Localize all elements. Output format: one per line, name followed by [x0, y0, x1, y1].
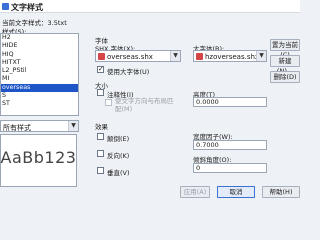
list-item[interactable]: H2	[1, 34, 78, 42]
effects-section-label: 效果	[95, 123, 108, 131]
bigfont-select[interactable]: hzoverseas.shx ▼	[193, 50, 267, 62]
shx-font-value: overseas.shx	[107, 53, 153, 61]
backwards-label: 反向(K)	[107, 152, 130, 160]
set-current-button[interactable]: 置为当前(C)	[270, 39, 300, 59]
style-filter-value: 所有样式	[3, 124, 31, 132]
use-bigfont-checkbox[interactable]	[97, 65, 104, 73]
cancel-button[interactable]: 取消	[217, 186, 255, 198]
apply-button[interactable]: 应用(A)	[180, 186, 210, 198]
window-title: 文字样式	[11, 3, 43, 12]
width-factor-input[interactable]: 0.7000	[193, 140, 267, 150]
list-item[interactable]: ST	[1, 100, 78, 108]
title-bar	[0, 0, 300, 13]
chevron-down-icon: ▼	[256, 51, 266, 61]
use-bigfont-label: 使用大字体(U)	[107, 68, 150, 76]
list-item[interactable]: L2_PStil	[1, 67, 78, 75]
vertical-label: 垂直(V)	[107, 169, 130, 177]
upside-down-checkbox[interactable]	[97, 133, 104, 140]
style-filter-select[interactable]: 所有样式 ▼	[0, 120, 79, 132]
bigfont-icon	[196, 53, 203, 60]
oblique-input[interactable]: 0	[193, 163, 267, 173]
chevron-down-icon: ▼	[68, 121, 78, 131]
height-input[interactable]: 0.0000	[193, 97, 267, 107]
shx-font-select[interactable]: overseas.shx ▼	[95, 50, 181, 62]
vertical-checkbox[interactable]	[97, 167, 104, 174]
list-item[interactable]: HIQ	[1, 51, 78, 59]
preview-text: AaBb123	[0, 148, 77, 167]
bigfont-value: hzoverseas.shx	[205, 53, 260, 61]
match-orientation-label: 使文字方向与布局匹配(M)	[115, 97, 174, 113]
delete-style-button[interactable]: 删除(D)	[270, 71, 300, 83]
upside-down-label: 颠倒(E)	[107, 135, 130, 143]
chevron-down-icon: ▼	[170, 51, 180, 61]
match-orientation-checkbox[interactable]	[105, 99, 112, 106]
styles-listbox[interactable]: H2 HIDE HIQ HITXT L2_PStil MI overseas S…	[0, 33, 79, 116]
list-item-selected[interactable]: overseas	[1, 83, 78, 93]
new-style-button[interactable]: 新建(N)...	[270, 55, 300, 75]
app-icon	[2, 3, 9, 10]
list-item[interactable]: S	[1, 92, 78, 100]
list-item[interactable]: HIDE	[1, 42, 78, 50]
list-item[interactable]: HITXT	[1, 59, 78, 67]
annotative-checkbox[interactable]	[97, 89, 104, 96]
shx-font-icon	[98, 53, 105, 60]
help-button[interactable]: 帮助(H)	[262, 186, 300, 198]
backwards-checkbox[interactable]	[97, 150, 104, 157]
list-item[interactable]: MI	[1, 75, 78, 83]
